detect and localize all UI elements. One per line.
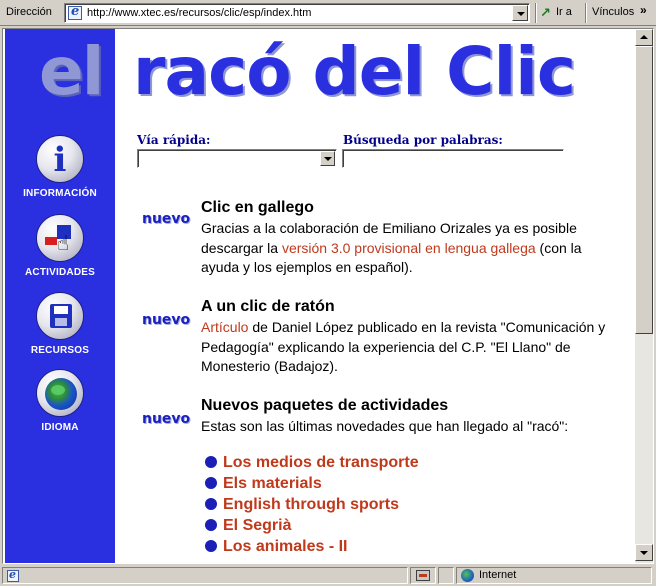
globe-icon [45, 378, 77, 410]
address-label: Dirección [6, 6, 52, 18]
offline-icon [416, 570, 430, 581]
package-link[interactable]: English through sports [223, 496, 399, 513]
logo-title: racó del Clic [133, 33, 576, 110]
address-url[interactable]: http://www.xtec.es/recursos/clic/esp/ind… [87, 7, 311, 19]
go-arrow-icon: ↗ [540, 5, 551, 20]
scroll-down-button[interactable] [635, 544, 653, 561]
news-body: Estas son las últimas novedades que han … [201, 418, 569, 434]
chevron-down-icon [324, 157, 332, 161]
news-text: de Daniel López publicado en la revista … [201, 319, 606, 374]
news-title: A un clic de ratón [201, 298, 335, 315]
nav-label-idioma: IDIOMA [41, 422, 79, 433]
package-list: Los medios de transporte Els materials E… [205, 454, 419, 559]
scroll-thumb[interactable] [635, 46, 653, 334]
list-item[interactable]: Los medios de transporte [205, 454, 419, 475]
browser-content-frame: el racó del Clic i INFORMACIÓN ☝ ACTIVID… [2, 28, 654, 564]
page-viewport: el racó del Clic i INFORMACIÓN ☝ ACTIVID… [3, 29, 635, 563]
package-link[interactable]: Los medios de transporte [223, 454, 419, 471]
address-bar: Dirección http://www.xtec.es/recursos/cl… [0, 0, 656, 26]
package-link[interactable]: El Segrià [223, 517, 291, 534]
keyword-search-label: Búsqueda por palabras: [343, 133, 503, 147]
activities-icon: ☝ [45, 225, 77, 255]
address-input[interactable]: http://www.xtec.es/recursos/clic/esp/ind… [64, 3, 530, 23]
news-body: Gracias a la colaboración de Emiliano Or… [201, 219, 621, 278]
info-icon: i [53, 140, 67, 180]
new-badge: nuevo [142, 211, 191, 227]
ie-page-icon [68, 4, 82, 20]
list-item[interactable]: El Segrià [205, 517, 419, 538]
news-title: Nuevos paquetes de actividades [201, 397, 449, 414]
nav-recursos[interactable]: RECURSOS [5, 292, 115, 356]
bullet-icon [205, 498, 217, 510]
logo-el: el [39, 33, 104, 110]
package-link[interactable]: Els materials [223, 475, 322, 492]
chevron-up-icon [640, 35, 648, 39]
news-title: Clic en gallego [201, 199, 314, 216]
package-link[interactable]: Los animales - II [223, 538, 347, 555]
resources-button[interactable] [36, 292, 84, 340]
toolbar-separator [585, 3, 587, 23]
list-item[interactable]: English through sports [205, 496, 419, 517]
new-badge: nuevo [142, 411, 191, 427]
info-button[interactable]: i [36, 135, 84, 183]
list-item[interactable]: Los animales - II [205, 538, 419, 559]
status-offline-panel [410, 567, 436, 584]
bullet-icon [205, 519, 217, 531]
select-dropdown-button[interactable] [320, 151, 335, 166]
nav-idioma[interactable]: IDIOMA [5, 369, 115, 433]
chevron-down-icon [640, 551, 648, 555]
new-badge: nuevo [142, 312, 191, 328]
vertical-scrollbar[interactable] [635, 29, 653, 563]
bullet-icon [205, 540, 217, 552]
scroll-up-button[interactable] [635, 29, 653, 46]
nav-actividades[interactable]: ☝ ACTIVIDADES [5, 214, 115, 278]
floppy-disk-icon [50, 304, 72, 328]
bullet-icon [205, 456, 217, 468]
status-bar: Internet [0, 565, 656, 586]
nav-label-actividades: ACTIVIDADES [25, 267, 95, 278]
internet-zone-icon [461, 569, 474, 582]
news-body: Artículo de Daniel López publicado en la… [201, 318, 621, 377]
news-link[interactable]: versión 3.0 provisional en lengua galleg… [282, 240, 536, 256]
bullet-icon [205, 477, 217, 489]
keyword-search-input[interactable] [342, 149, 564, 168]
status-text-panel [2, 567, 408, 584]
chevron-right-icon[interactable]: » [640, 3, 647, 17]
toolbar-separator [535, 3, 537, 23]
links-button[interactable]: Vínculos [592, 6, 634, 18]
zone-label: Internet [479, 569, 517, 581]
quick-access-select[interactable] [137, 149, 337, 168]
address-dropdown-button[interactable] [512, 5, 528, 21]
chevron-down-icon [517, 12, 525, 16]
activities-button[interactable]: ☝ [36, 214, 84, 262]
nav-label-recursos: RECURSOS [30, 345, 90, 356]
status-zone-panel: Internet [456, 567, 652, 584]
news-link[interactable]: Artículo [201, 319, 248, 335]
quick-access-label: Vía rápida: [137, 133, 211, 147]
list-item[interactable]: Els materials [205, 475, 419, 496]
status-panel [438, 567, 454, 584]
nav-informacion[interactable]: i INFORMACIÓN [5, 135, 115, 199]
ie-page-icon [7, 568, 19, 582]
language-button[interactable] [36, 369, 84, 417]
go-label: Ir a [556, 6, 572, 18]
nav-label-informacion: INFORMACIÓN [23, 188, 97, 199]
